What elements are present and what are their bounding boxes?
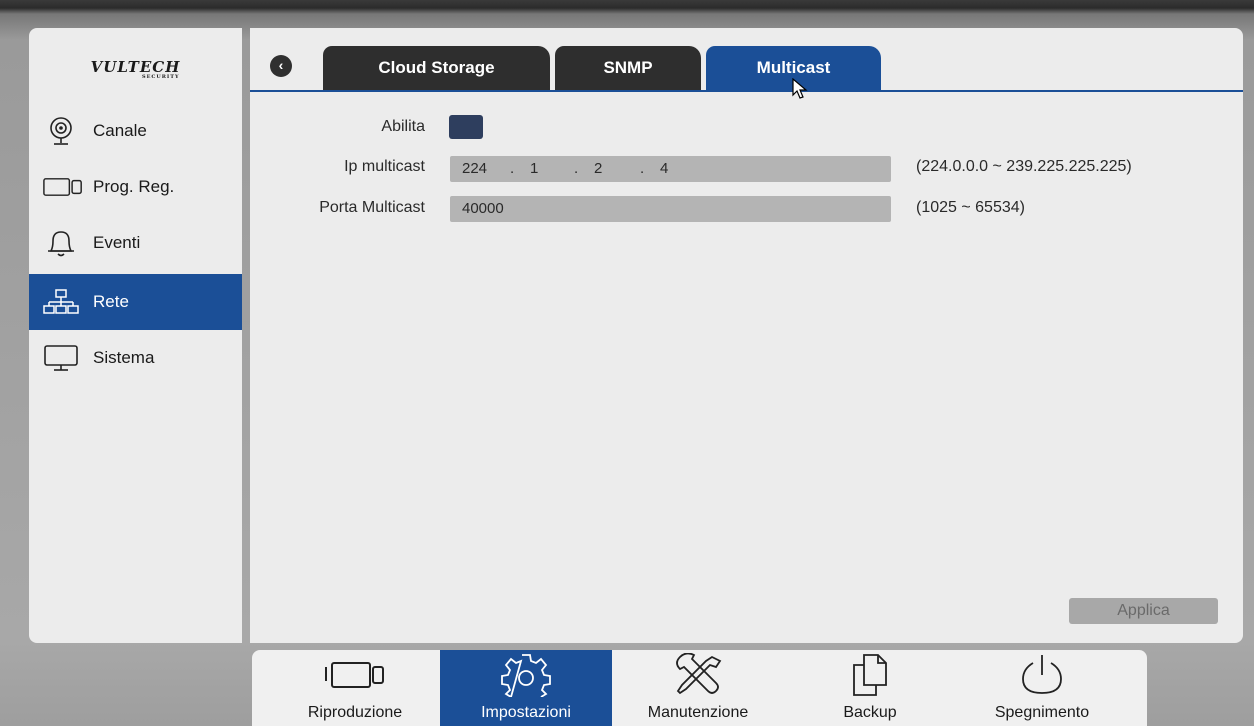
monitor-icon <box>43 342 83 374</box>
copy-files-icon <box>850 652 890 698</box>
dock-item-spegnimento[interactable]: Spegnimento <box>956 650 1128 726</box>
tab-bar: ‹ Cloud Storage SNMP Multicast <box>250 28 1243 92</box>
port-multicast-label: Porta Multicast <box>319 199 425 216</box>
port-range-hint: (1025 ~ 65534) <box>916 199 1025 216</box>
tab-label: Cloud Storage <box>378 58 495 77</box>
chevron-left-icon: ‹ <box>278 57 284 73</box>
dock-item-label: Riproduzione <box>307 704 403 721</box>
ip-separator: . <box>640 160 645 177</box>
camera-icon <box>43 115 83 147</box>
tab-label: SNMP <box>603 58 653 77</box>
playback-camera-icon <box>320 652 390 698</box>
ip-multicast-input[interactable]: 224 . 1 . 2 . 4 <box>450 156 891 182</box>
sidebar-item-eventi[interactable]: Eventi <box>29 215 242 271</box>
ip-separator: . <box>574 160 579 177</box>
mouse-cursor-icon <box>792 78 808 99</box>
dock-item-riproduzione[interactable]: Riproduzione <box>270 650 440 726</box>
tab-snmp[interactable]: SNMP <box>555 46 701 90</box>
bottom-dock: Riproduzione Impostazioni Manutenzione B… <box>252 650 1147 726</box>
brand-tagline: SECURITY <box>142 74 180 80</box>
ip-range-hint: (224.0.0.0 ~ 239.225.225.225) <box>916 158 1132 175</box>
sidebar-item-rete[interactable]: Rete <box>29 274 242 330</box>
tab-label: Multicast <box>756 58 831 77</box>
sidebar-item-label: Rete <box>93 292 129 311</box>
ip-multicast-label: Ip multicast <box>344 158 425 175</box>
dock-item-manutenzione[interactable]: Manutenzione <box>612 650 784 726</box>
network-icon <box>43 286 83 318</box>
sidebar-item-sistema[interactable]: Sistema <box>29 330 242 386</box>
sidebar-item-label: Prog. Reg. <box>93 177 175 196</box>
power-icon <box>1017 652 1067 698</box>
tools-icon <box>672 652 724 698</box>
back-button[interactable]: ‹ <box>270 55 292 77</box>
enable-label: Abilita <box>381 118 425 135</box>
dock-item-backup[interactable]: Backup <box>784 650 956 726</box>
dock-item-impostazioni[interactable]: Impostazioni <box>440 650 612 726</box>
ip-octet-4[interactable]: 4 <box>660 156 668 182</box>
settings-panel: ‹ Cloud Storage SNMP Multicast Abilita I… <box>250 28 1243 643</box>
sidebar-item-prog-reg[interactable]: Prog. Reg. <box>29 159 242 215</box>
sidebar: VULTECH SECURITY Canale Prog. Reg. Event… <box>29 28 242 643</box>
sidebar-item-label: Canale <box>93 121 147 140</box>
enable-checkbox[interactable] <box>449 115 483 139</box>
dock-item-label: Backup <box>843 704 897 721</box>
dock-item-label: Impostazioni <box>481 704 571 721</box>
ip-octet-3[interactable]: 2 <box>594 156 602 182</box>
apply-button[interactable]: Applica <box>1069 598 1218 624</box>
brand-logo: VULTECH SECURITY <box>29 28 242 106</box>
ip-separator: . <box>510 160 515 177</box>
sidebar-item-label: Sistema <box>93 348 155 367</box>
record-schedule-icon <box>43 171 83 203</box>
gear-icon <box>500 652 552 698</box>
dock-item-label: Manutenzione <box>647 704 749 721</box>
ip-octet-1[interactable]: 224 <box>462 156 487 182</box>
port-value: 40000 <box>462 200 504 217</box>
port-multicast-input[interactable]: 40000 <box>450 196 891 222</box>
tab-cloud-storage[interactable]: Cloud Storage <box>323 46 550 90</box>
sidebar-item-canale[interactable]: Canale <box>29 103 242 159</box>
bell-icon <box>43 227 83 259</box>
dock-item-label: Spegnimento <box>994 704 1090 721</box>
sidebar-item-label: Eventi <box>93 233 141 252</box>
ip-octet-2[interactable]: 1 <box>530 156 538 182</box>
